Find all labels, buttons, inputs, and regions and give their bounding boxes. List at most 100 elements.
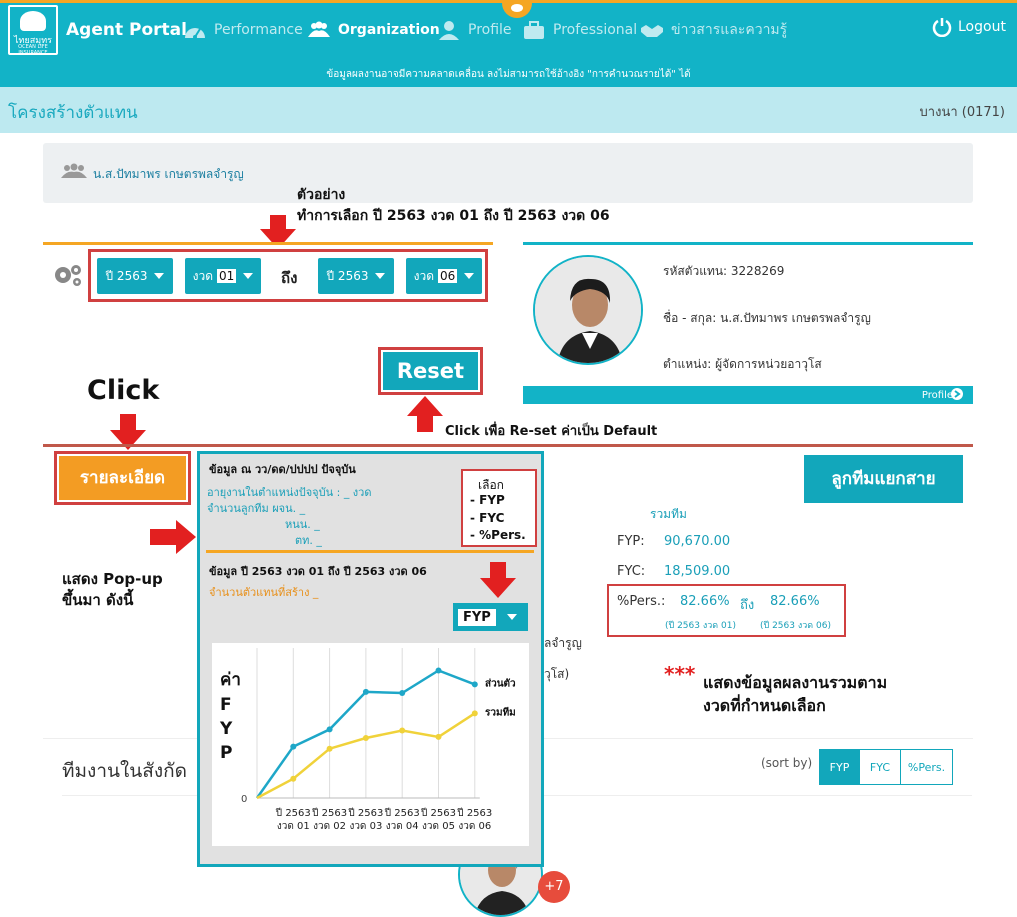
team-section-title: ทีมงานในสังกัด <box>62 760 187 782</box>
app-name: Agent Portal <box>66 20 187 40</box>
current-user-name: น.ส.ปัทมาพร เกษตรพลจำรูญ <box>93 167 244 181</box>
sort-pers-button[interactable]: %Pers. <box>900 749 953 785</box>
popup-header: ข้อมูล ณ วว/ดด/ปปปป ปัจจุบัน <box>209 463 356 476</box>
from-year-value: ปี 2563 <box>105 268 148 283</box>
chart-series-label: ส่วนตัว <box>485 677 516 689</box>
agent-position: ตำแหน่ง: ผู้จัดการหน่วยอาวุโส <box>663 357 822 371</box>
to-year-select[interactable]: ปี 2563 <box>318 258 394 294</box>
user-icon <box>439 21 459 40</box>
chart-x-tick-label: งวด 04 <box>386 821 419 832</box>
to-period-prefix: งวด <box>413 268 435 283</box>
chart-series-label: รวมทีม <box>485 706 516 718</box>
gear-icon[interactable] <box>52 262 84 288</box>
example-annotation: ตัวอย่าง <box>297 187 346 203</box>
pers-from-value: 82.66% <box>680 594 730 609</box>
chart-data-point <box>290 743 297 750</box>
summary-annotation-detail: งวดที่กำหนดเลือก <box>703 696 826 715</box>
chart-y-label-letter: P <box>220 743 232 763</box>
chart-y-label-letter: Y <box>219 719 233 739</box>
chart-x-tick-label: ปี 2563 <box>311 807 347 819</box>
logo-emblem-icon <box>20 11 46 31</box>
metric-option-fyc: - FYC <box>470 511 505 525</box>
ocean-life-logo[interactable]: ไทยสมุทร OCEAN LIFE INSURANCE <box>8 5 58 56</box>
chart-y-origin-label: 0 <box>241 794 247 805</box>
chart-x-tick-label: งวด 03 <box>349 821 382 832</box>
fyp-chart: 0 ค่า F Y P ปี 2563 งวด 01 ปี 2563 งวด 02 ปี 2563… <box>212 643 529 846</box>
metric-dropdown[interactable]: FYP <box>453 603 528 631</box>
person-photo-icon <box>535 257 641 363</box>
briefcase-icon <box>524 21 544 39</box>
from-period-select[interactable]: งวด 01 <box>185 258 261 294</box>
split-team-button[interactable]: ลูกทีมแยกสาย <box>804 455 963 503</box>
caret-down-icon <box>464 273 475 279</box>
nav-organization-label: Organization <box>338 22 440 38</box>
chart-data-point <box>362 688 369 695</box>
metric-dropdown-value: FYP <box>458 608 496 626</box>
pers-label: %Pers.: <box>617 594 666 609</box>
popup-period-header: ข้อมูล ปี 2563 งวด 01 ถึง ปี 2563 งวด 06 <box>209 565 427 578</box>
from-period-prefix: งวด <box>192 268 214 283</box>
section-divider <box>43 444 973 447</box>
reset-button[interactable]: Reset <box>383 352 478 390</box>
team-count-badge[interactable]: +7 <box>538 871 570 903</box>
pers-to-period: (ปี 2563 งวด 06) <box>760 621 831 631</box>
to-year-value: ปี 2563 <box>326 268 369 283</box>
detail-button[interactable]: รายละเอียด <box>59 456 186 500</box>
chart-data-point <box>471 681 478 688</box>
sort-fyp-button[interactable]: FYP <box>819 749 860 785</box>
summary-annotation: แสดงข้อมูลผลงานรวมตาม <box>703 673 888 692</box>
chart-x-tick-label: ปี 2563 <box>275 807 311 819</box>
to-period-select[interactable]: งวด 06 <box>406 258 482 294</box>
sort-by-label: (sort by) <box>761 756 813 770</box>
range-to-label: ถึง <box>281 269 298 287</box>
profile-photo <box>533 255 643 365</box>
pers-to-label: ถึง <box>740 598 755 613</box>
chart-data-point <box>399 690 406 696</box>
chart-x-tick-label: งวด 02 <box>313 821 346 832</box>
chart-x-tick-label: งวด 01 <box>277 821 310 832</box>
sort-fyc-button[interactable]: FYC <box>859 749 901 785</box>
fyp-label: FYP: <box>617 534 645 549</box>
logout-label: Logout <box>958 19 1006 35</box>
nav-organization[interactable]: Organization <box>307 18 440 42</box>
nav-news[interactable]: ข่าวสารและความรู้ <box>640 18 787 42</box>
chart-data-point <box>290 775 297 782</box>
profile-link-label: Profile <box>921 390 953 401</box>
from-year-select[interactable]: ปี 2563 <box>97 258 173 294</box>
disclaimer-notice: ข้อมูลผลงานอาจมีความคลาดเคลื่อน ลงไม่สาม… <box>0 62 1017 87</box>
chart-data-point <box>471 710 478 717</box>
logout-button[interactable]: Logout <box>932 17 1006 37</box>
page-title: โครงสร้างตัวแทน <box>8 103 138 123</box>
pers-to-value: 82.66% <box>770 594 820 609</box>
metric-option-pers: - %Pers. <box>470 528 526 542</box>
agent-full-name: ชื่อ - สกุล: น.ส.ปัทมาพร เกษตรพลจำรูญ <box>663 311 871 325</box>
fyp-value: 90,670.00 <box>664 534 731 549</box>
nav-professional[interactable]: Professional <box>522 18 637 42</box>
red-right-arrow-icon <box>150 520 196 554</box>
chart-y-label: ค่า <box>220 670 241 690</box>
chart-data-point <box>399 727 406 734</box>
chart-x-tick-label: ปี 2563 <box>384 807 420 819</box>
from-period-value: 01 <box>217 269 237 283</box>
red-down-arrow-icon <box>480 562 516 598</box>
chart-y-label-letter: F <box>220 695 232 715</box>
caret-down-icon <box>243 273 254 279</box>
agent-name-partial: ลจำรูญ <box>544 636 582 650</box>
red-up-arrow-icon <box>407 396 443 432</box>
logo-subtext: OCEAN LIFE INSURANCE <box>18 44 48 56</box>
nav-profile[interactable]: Profile <box>437 18 512 42</box>
metric-option-fyp: - FYP <box>470 493 505 507</box>
nav-performance[interactable]: Performance <box>183 18 303 42</box>
popup-divider <box>206 550 534 553</box>
popup-team-count-tt: ตท. _ <box>295 534 322 547</box>
chart-x-tick-label: ปี 2563 <box>420 807 456 819</box>
handshake-icon <box>641 25 663 37</box>
stars-annotation: *** <box>664 662 696 686</box>
power-icon <box>932 18 952 37</box>
agent-position-partial: วุโส) <box>544 667 570 681</box>
caret-down-icon <box>375 273 386 279</box>
chart-x-tick-label: ปี 2563 <box>348 807 384 819</box>
chart-x-tick-label: ปี 2563 <box>457 807 493 819</box>
profile-link[interactable]: Profile <box>922 388 963 401</box>
users-icon <box>308 21 330 37</box>
